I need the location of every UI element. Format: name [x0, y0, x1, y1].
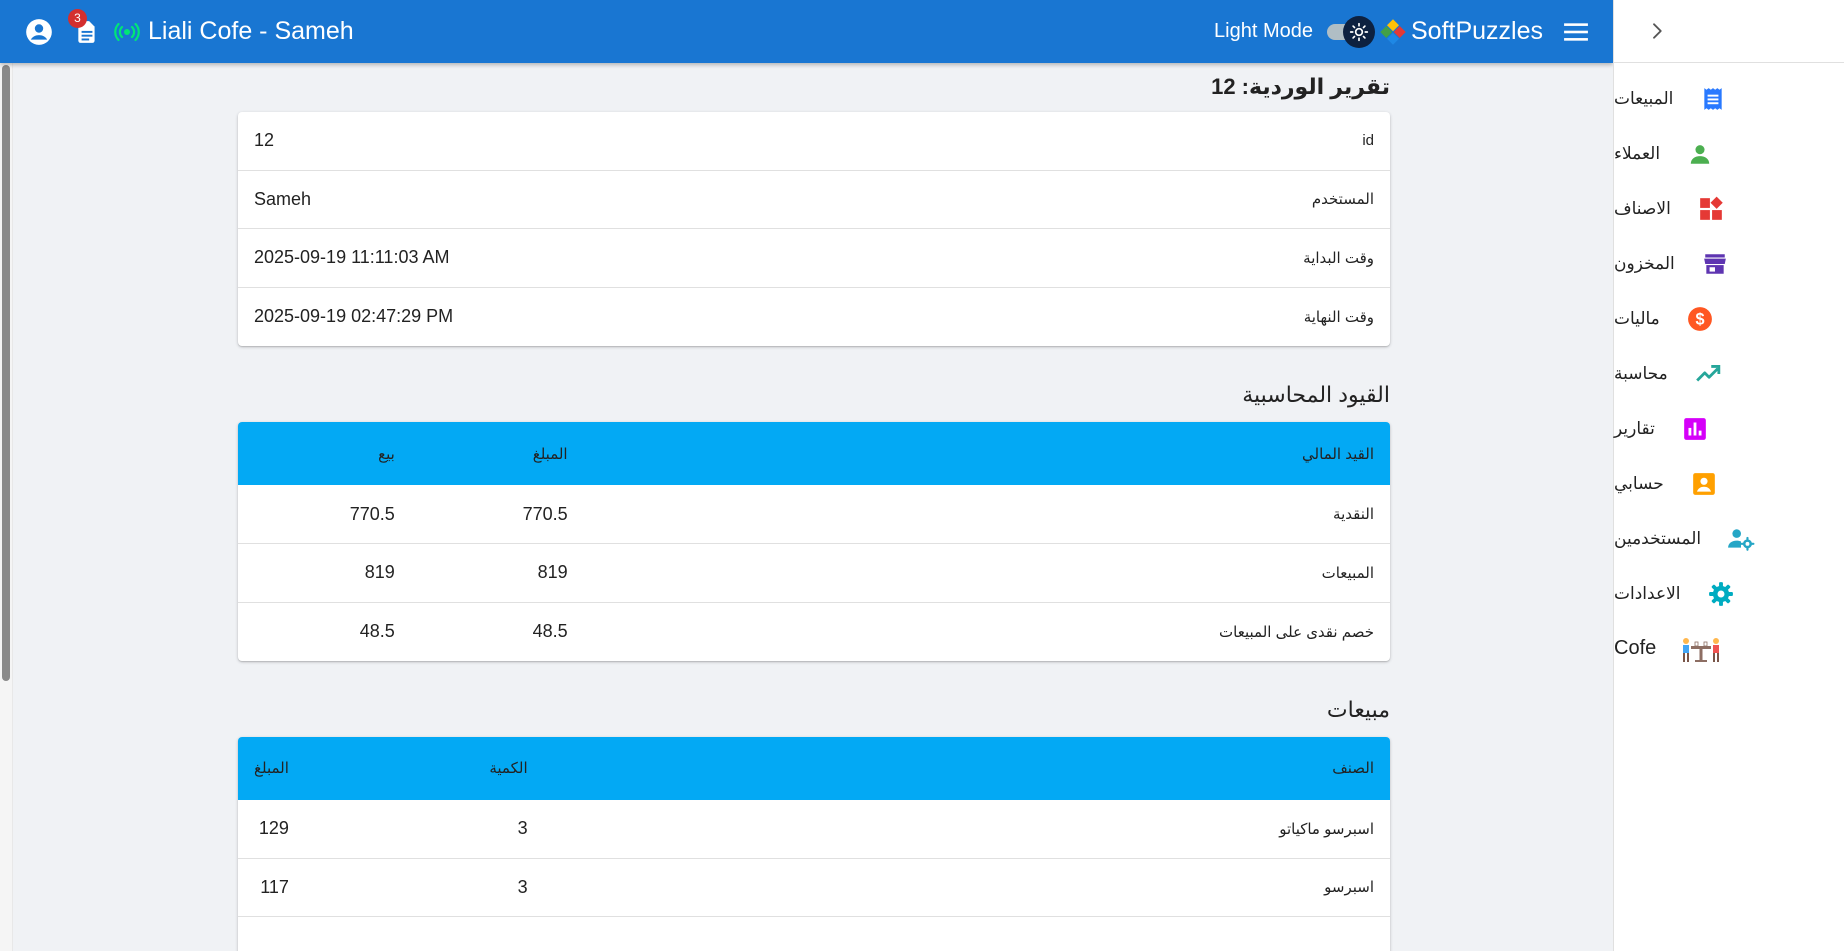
- nav-item-reports[interactable]: تقارير: [1614, 401, 1844, 456]
- main-content: تقرير الوردية: 12 id 12 المستخدم Sameh و…: [238, 63, 1390, 951]
- column-header: المبلغ: [254, 760, 289, 777]
- sales-table-card: الصنف الكمية المبلغ اسبرسو ماكياتو 3 129…: [238, 736, 1390, 951]
- scrollbar-thumb[interactable]: [2, 65, 10, 681]
- account-button[interactable]: [24, 17, 54, 47]
- account-circle-icon: [26, 18, 52, 45]
- journal-title: القيود المحاسبية: [1242, 382, 1390, 407]
- connection-status: [112, 17, 142, 47]
- menu-icon: [1564, 22, 1588, 41]
- svg-text:$: $: [1695, 310, 1704, 328]
- notifications-button[interactable]: 3: [68, 8, 102, 47]
- receipt-icon: [1698, 84, 1728, 114]
- shift-row-end-time: وقت النهاية 2025-09-19 02:47:29 PM: [254, 306, 1374, 327]
- column-header: الكمية: [489, 760, 528, 777]
- menu-button[interactable]: [1561, 17, 1591, 47]
- dollar-icon: $: [1685, 304, 1715, 334]
- store-icon: [1700, 249, 1730, 279]
- column-header: بيع: [378, 445, 395, 463]
- collapse-drawer-button[interactable]: [1642, 16, 1672, 46]
- app-title: Liali Cofe - Sameh: [148, 17, 354, 45]
- table-row: [238, 917, 1390, 951]
- notification-badge: 3: [68, 8, 87, 28]
- column-header: الصنف: [1332, 760, 1374, 777]
- nav-item-users[interactable]: المستخدمين: [1614, 511, 1844, 566]
- nav-item-accounting[interactable]: محاسبة: [1614, 346, 1844, 401]
- nav-item-settings[interactable]: الاعدادات: [1614, 566, 1844, 621]
- toggle-thumb: [1342, 15, 1375, 48]
- gear-icon: [1706, 579, 1736, 609]
- journal-table-card: القيد المالي المبلغ بيع النقدية 770.5 77…: [238, 422, 1390, 661]
- table-row: المبيعات 819 819: [238, 543, 1390, 603]
- column-header: القيد المالي: [1302, 445, 1374, 463]
- brand: SoftPuzzles: [1379, 17, 1543, 46]
- puzzle-logo-icon: [1380, 18, 1406, 45]
- nav-item-inventory[interactable]: المخزون: [1614, 236, 1844, 291]
- shift-row-id: id 12: [238, 112, 1390, 171]
- person-icon: [1685, 139, 1715, 169]
- account-box-icon: [1689, 469, 1719, 499]
- shift-details-card: id 12 المستخدم Sameh وقت البداية 2025-09…: [238, 112, 1390, 346]
- scrollbar[interactable]: [0, 63, 13, 951]
- shift-report-title: تقرير الوردية: 12: [1211, 74, 1390, 99]
- drawer-header: [1614, 0, 1844, 63]
- brand-name: SoftPuzzles: [1410, 17, 1543, 45]
- nav-item-cofe[interactable]: Cofe: [1614, 621, 1844, 676]
- theme-toggle[interactable]: [1325, 15, 1375, 48]
- journal-table: القيد المالي المبلغ بيع النقدية 770.5 77…: [238, 422, 1390, 661]
- nav-item-products[interactable]: الاصناف: [1614, 181, 1844, 236]
- chevron-right-icon: [1653, 23, 1662, 39]
- sun-icon: [1349, 22, 1369, 41]
- nav-item-sales[interactable]: المبيعات: [1614, 71, 1844, 126]
- table-row: اسبرسو ماكياتو 3 129: [238, 799, 1390, 859]
- drawer-menu: المبيعات العملاء الاصناف المخزون $ ماليا…: [1614, 63, 1844, 676]
- trending-up-icon: [1693, 359, 1723, 389]
- shift-row-start-time: وقت البداية 2025-09-19 11:11:03 AM: [238, 229, 1390, 288]
- bar-chart-icon: [1680, 414, 1710, 444]
- broadcast-icon: [114, 22, 140, 41]
- column-header: المبلغ: [532, 445, 568, 463]
- nav-item-finance[interactable]: $ ماليات: [1614, 291, 1844, 346]
- nav-item-my-account[interactable]: حسابي: [1614, 456, 1844, 511]
- sales-table: الصنف الكمية المبلغ اسبرسو ماكياتو 3 129…: [238, 736, 1390, 951]
- nav-item-customers[interactable]: العملاء: [1614, 126, 1844, 181]
- table-row: اسبرسو 3 117: [238, 858, 1390, 917]
- table-row: النقدية 770.5 770.5: [238, 485, 1390, 544]
- manage-accounts-icon: [1726, 524, 1756, 554]
- app-bar: 3 Liali Cofe - Sameh Light Mode SoftPuzz…: [0, 0, 1613, 63]
- table-row: خصم نقدى على المبيعات 48.5 48.5: [359, 621, 1374, 641]
- side-drawer: المبيعات العملاء الاصناف المخزون $ ماليا…: [1613, 0, 1844, 951]
- sales-table-header: الصنف الكمية المبلغ: [238, 736, 1390, 800]
- theme-mode-label: Light Mode: [1214, 20, 1313, 42]
- cafe-table-icon: [1681, 634, 1721, 664]
- sales-title: مبيعات: [1326, 696, 1390, 722]
- shift-row-user: المستخدم Sameh: [238, 171, 1390, 229]
- journal-table-header: القيد المالي المبلغ بيع: [238, 422, 1390, 485]
- widgets-icon: [1696, 194, 1726, 224]
